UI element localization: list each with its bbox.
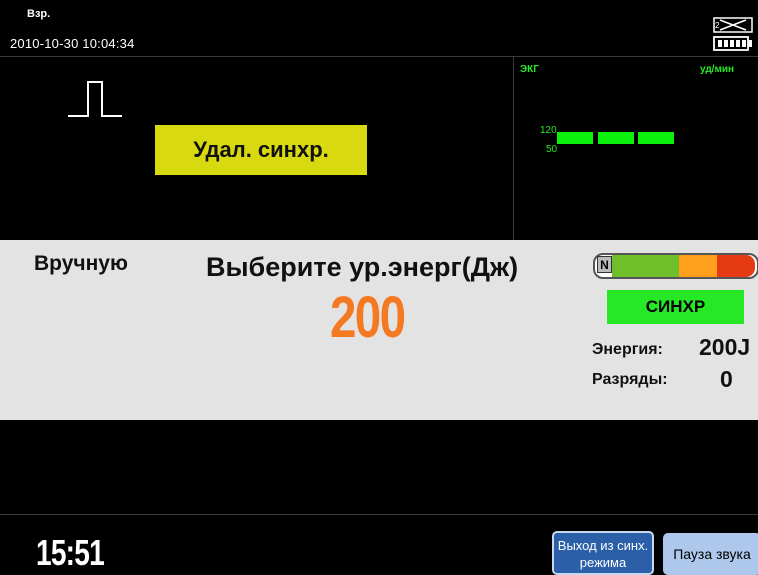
- selected-energy: 200: [330, 285, 406, 350]
- charge-indicator-label: N: [597, 256, 612, 273]
- charge-segment-green: [612, 255, 679, 277]
- status-icons: 2: [712, 16, 754, 54]
- shocks-count: 0: [720, 366, 733, 392]
- heart-rate-dash: [557, 132, 593, 144]
- datetime: 2010-10-30 10:04:34: [10, 36, 135, 51]
- hr-unit: уд/мин: [700, 64, 735, 75]
- divider: [513, 57, 514, 240]
- energy-value: 200J: [699, 334, 751, 360]
- elapsed-clock: 15:51: [36, 532, 105, 573]
- charge-segment-orange: [679, 255, 717, 277]
- charge-segment-red: [717, 255, 755, 277]
- battery-icon: [713, 36, 752, 51]
- heart-rate-dash: [638, 132, 674, 144]
- sync-badge: СИНХР: [607, 290, 744, 324]
- svg-text:2: 2: [715, 21, 720, 30]
- heart-rate-dash: [598, 132, 634, 144]
- sync-lost-alert: Удал. синхр.: [155, 125, 367, 175]
- alarm-limit-high: 120: [540, 125, 557, 136]
- energy-label: Энергия:: [592, 341, 663, 358]
- mute-alarm-button[interactable]: Пауза звука: [663, 533, 758, 575]
- shocks-label: Разряды:: [592, 371, 668, 388]
- patient-mode: Взр.: [27, 8, 51, 20]
- sync-pulse-icon: [66, 78, 124, 120]
- exit-sync-button[interactable]: Выход из синх. режима: [552, 531, 654, 575]
- cable-icon: 2: [713, 17, 753, 33]
- energy-prompt: Выберите ур.энерг(Дж): [206, 252, 519, 282]
- waveform-region: [0, 420, 758, 515]
- mode-label: Вручную: [34, 252, 128, 275]
- alarm-limit-low: 50: [546, 144, 558, 155]
- ecg-label: ЭКГ: [520, 64, 539, 75]
